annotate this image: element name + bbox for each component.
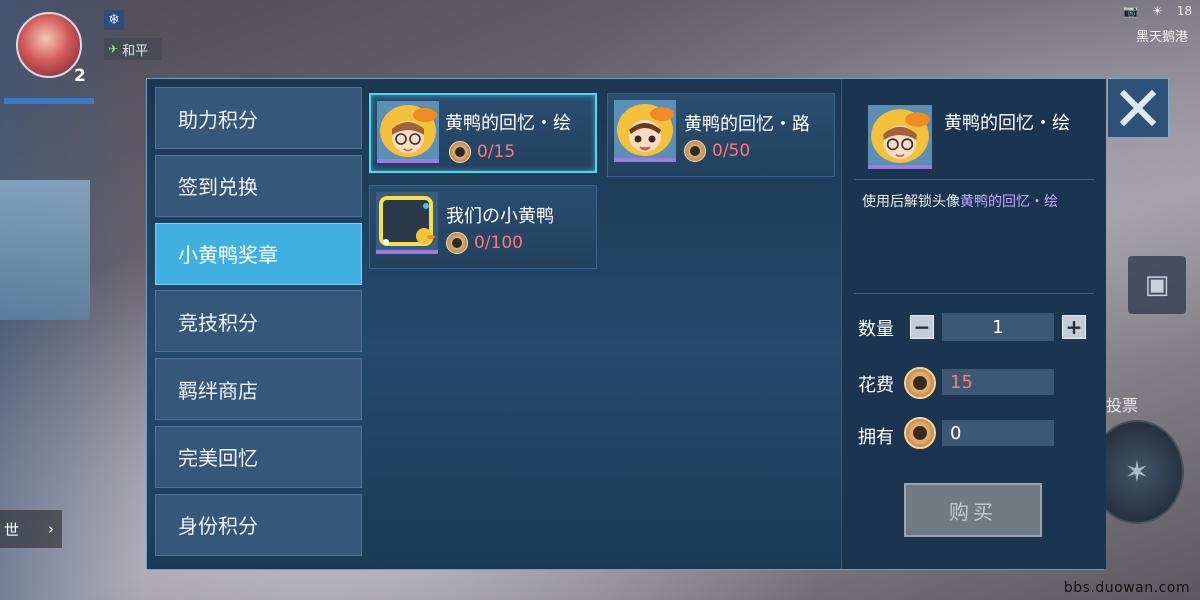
quantity-field[interactable]: 1 [942, 313, 1054, 341]
buy-button[interactable]: 购买 [904, 483, 1042, 537]
duck-medal-icon [684, 140, 706, 162]
close-icon [1119, 89, 1157, 127]
camera-icon[interactable]: 📷 [1123, 4, 1138, 18]
tab-identity-points[interactable]: 身份积分 [155, 493, 362, 556]
detail-item-name: 黄鸭的回忆・绘 [944, 113, 1070, 134]
chevron-right-icon: › [48, 520, 54, 538]
tab-checkin-exchange[interactable]: 签到兑换 [155, 154, 362, 217]
duck-medal-icon [904, 367, 936, 399]
item-cost: 0/15 [449, 141, 515, 163]
battery-level: 18 [1176, 4, 1192, 18]
item-cost-text: 0/100 [474, 233, 523, 253]
duck-frame-icon [376, 192, 438, 254]
watermark: bbs.duowan.com [1063, 580, 1190, 596]
desc-text: 使用后解锁头像 [862, 194, 960, 210]
duck-girl-avatar-icon [868, 105, 932, 169]
quantity-decrease-button[interactable]: − [910, 315, 934, 339]
detail-description: 使用后解锁头像黄鸭的回忆・绘 [862, 191, 1058, 211]
quantity-increase-button[interactable]: + [1062, 315, 1086, 339]
item-cost-text: 0/50 [712, 141, 751, 161]
divider [854, 293, 1094, 294]
close-button[interactable] [1107, 78, 1169, 138]
shop-tabs: 助力积分 签到兑换 小黄鸭奖章 竞技积分 羁绊商店 完美回忆 身份积分 [155, 87, 362, 562]
tab-assist-points[interactable]: 助力积分 [155, 87, 362, 149]
tab-label: 小黄鸭奖章 [178, 243, 278, 268]
world-chat-label: 世 [4, 520, 20, 539]
shop-item[interactable]: 黄鸭的回忆・绘 0/15 [369, 93, 597, 173]
location-label: 黑天鹅港 [1135, 30, 1188, 45]
item-detail-panel: 黄鸭的回忆・绘 使用后解锁头像黄鸭的回忆・绘 数量 − 1 + 花费 15 拥有… [841, 79, 1106, 569]
tab-label: 身份积分 [178, 514, 258, 539]
mode-label: 和平 [122, 43, 149, 59]
snowflake-icon: ❄ [104, 10, 124, 30]
duck-medal-icon [449, 141, 471, 163]
duck-medal-icon [904, 417, 936, 449]
tab-bond-shop[interactable]: 羁绊商店 [155, 358, 362, 421]
tab-arena-points[interactable]: 竞技积分 [155, 290, 362, 353]
item-cost: 0/100 [446, 232, 523, 254]
cost-value: 15 [942, 369, 1054, 395]
duck-boy-avatar-icon [614, 100, 676, 162]
item-name: 我们の小黄鸭 [446, 206, 554, 227]
bird-icon: ✈ [108, 42, 119, 56]
tab-label: 羁绊商店 [178, 378, 258, 403]
shop-dialog: 助力积分 签到兑换 小黄鸭奖章 竞技积分 羁绊商店 完美回忆 身份积分 黄鸭的回… [146, 78, 1106, 570]
tab-label: 竞技积分 [178, 310, 258, 335]
tab-label: 签到兑换 [178, 175, 258, 200]
item-name: 黄鸭的回忆・路 [684, 114, 810, 135]
health-bar [4, 98, 94, 104]
shop-item[interactable]: 我们の小黄鸭 0/100 [369, 185, 597, 269]
desc-highlight: 黄鸭的回忆・绘 [960, 194, 1058, 210]
duck-medal-icon [446, 232, 468, 254]
quantity-label: 数量 [858, 319, 894, 340]
mode-badge: ✈ 和平 [104, 38, 162, 60]
owned-value: 0 [942, 420, 1054, 446]
item-name: 黄鸭的回忆・绘 [445, 113, 571, 134]
tab-duck-medal[interactable]: 小黄鸭奖章 [155, 222, 362, 285]
backpack-icon[interactable]: ▣ [1128, 256, 1186, 314]
shop-item[interactable]: 黄鸭的回忆・路 0/50 [607, 93, 835, 177]
divider [854, 179, 1094, 180]
ice-block [0, 180, 90, 320]
world-chat-button[interactable]: 世 › [0, 510, 62, 548]
tab-perfect-memory[interactable]: 完美回忆 [155, 425, 362, 488]
item-cost-text: 0/15 [477, 142, 516, 162]
player-level: 2 [74, 66, 86, 86]
cost-label: 花费 [858, 375, 894, 396]
owned-label: 拥有 [858, 427, 894, 448]
duck-girl-avatar-icon [377, 101, 439, 163]
vote-label[interactable]: 投票 [1106, 392, 1138, 416]
tab-label: 助力积分 [178, 107, 258, 132]
status-area: 📷 ☀ 18 [1123, 4, 1192, 18]
tab-label: 完美回忆 [178, 446, 258, 471]
item-cost: 0/50 [684, 140, 750, 162]
weather-icon: ☀ [1151, 4, 1163, 18]
player-avatar[interactable] [16, 12, 82, 78]
